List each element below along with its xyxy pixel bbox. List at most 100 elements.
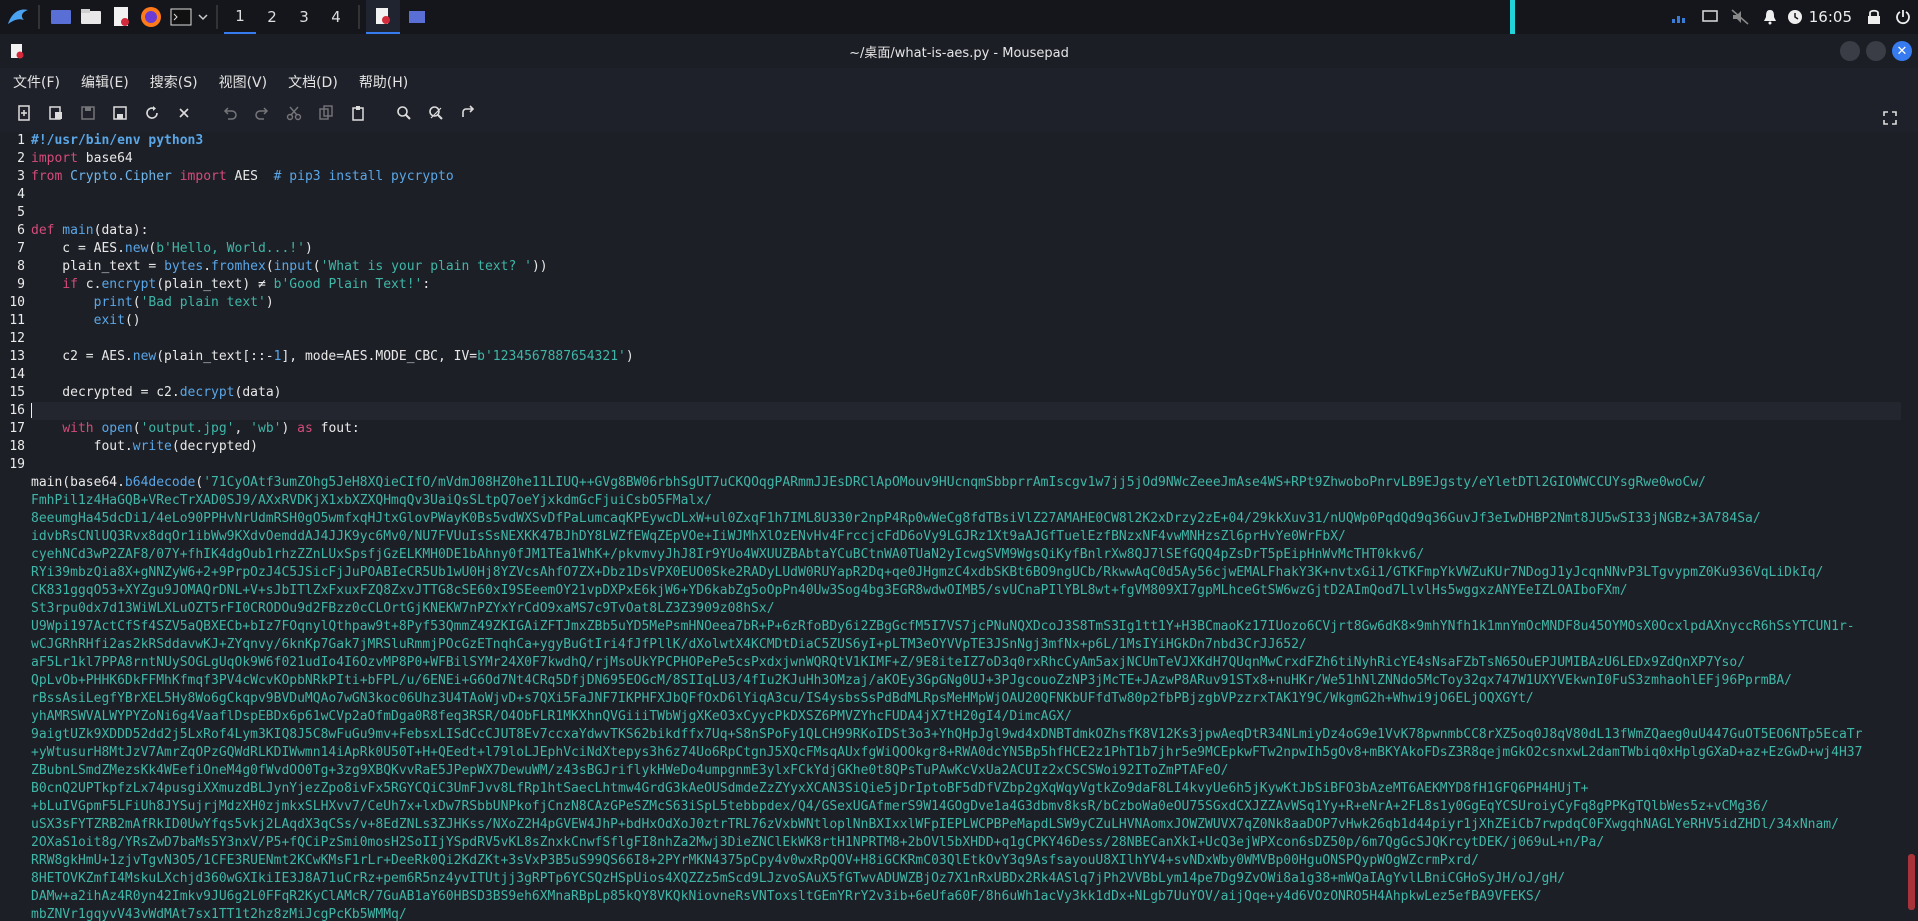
copy-icon [319, 105, 333, 120]
goto-line-button[interactable] [452, 98, 484, 128]
text-editor-icon[interactable] [108, 4, 134, 30]
paste-button[interactable] [342, 98, 374, 128]
menu-file[interactable]: 文件(F) [0, 72, 68, 92]
save-as-button[interactable] [104, 98, 136, 128]
chevron-down-icon[interactable] [196, 0, 210, 34]
code-text: (plain_text[::- [156, 349, 274, 364]
window-titlebar[interactable]: ~/桌面/what-is-aes.py - Mousepad ✕ [0, 34, 1918, 68]
show-desktop-icon[interactable] [48, 4, 74, 30]
code-line: print('Bad plain text') [31, 294, 1901, 312]
display-icon[interactable] [1695, 0, 1725, 34]
code-area[interactable]: #!/usr/bin/env python3 import base64 fro… [31, 132, 1901, 921]
code-text: ( [132, 295, 141, 310]
save-button[interactable] [72, 98, 104, 128]
find-button[interactable] [388, 98, 420, 128]
line-number-gutter: 1 2 3 4 5 6 7 8 9 10 11 12 13 14 15 16 17 18 19 [0, 132, 28, 921]
string-literal: 'wb' [250, 421, 282, 436]
redo-button[interactable] [246, 98, 278, 128]
base64-line: ZBubnLSmdZMezsKk4WEefiOneM4g0fWvdOO0Tg+3… [31, 763, 1229, 778]
code-text: decrypted = c2. [31, 385, 180, 400]
file-manager-icon[interactable] [78, 4, 104, 30]
power-icon[interactable] [1888, 0, 1918, 34]
fullscreen-button[interactable] [1874, 103, 1906, 133]
line-number: 5 [17, 205, 25, 220]
line-number [0, 816, 28, 834]
close-button[interactable]: ✕ [1892, 41, 1912, 61]
workspace-2[interactable]: 2 [256, 0, 288, 34]
workspace-3[interactable]: 3 [288, 0, 320, 34]
new-window-button[interactable] [40, 98, 72, 128]
line-number [0, 798, 28, 816]
task-desktop[interactable] [400, 0, 434, 34]
menu-help[interactable]: 帮助(H) [346, 72, 416, 92]
line-number [0, 564, 28, 582]
kali-dragon-icon[interactable] [4, 4, 32, 30]
line-number [0, 618, 28, 636]
line-number: 11 [9, 313, 25, 328]
code-text: ) [625, 349, 634, 364]
copy-button[interactable] [310, 98, 342, 128]
clock-time[interactable]: 16:05 [1809, 8, 1852, 26]
minimize-button[interactable] [1840, 41, 1860, 61]
toolbar [0, 96, 1918, 130]
line-number [0, 888, 28, 906]
cpu-graph [1510, 0, 1515, 34]
line-number: 12 [9, 331, 25, 346]
line-number: 19 [9, 457, 25, 472]
taskbar: 1 2 3 4 16:05 [0, 0, 1918, 34]
volume-muted-icon[interactable] [1725, 0, 1755, 34]
menu-view[interactable]: 视图(V) [206, 72, 276, 92]
lock-icon[interactable] [1860, 0, 1888, 34]
system-tray: 16:05 [1665, 0, 1918, 34]
base64-line: +yWtusurH8MtJzV7AmrZqOPzGQWdRLKDIWwmn14i… [31, 745, 1863, 760]
base64-line: RRW8gkHmU+1zjvTgvN3O5/1CFE3RUENmt2KCwKMs… [31, 853, 1479, 868]
task-mousepad[interactable] [366, 0, 400, 34]
base64-line: mbZNVr1gqyvV43vWdMAt7sx1TT1t2hz8zMiJcgPc… [31, 907, 407, 921]
new-document-button[interactable] [8, 98, 40, 128]
close-document-button[interactable] [168, 98, 200, 128]
code-line: if c.encrypt(plain_text) ≠ b'Good Plain … [31, 276, 1901, 294]
menu-search[interactable]: 搜索(S) [137, 72, 206, 92]
menu-bar: 文件(F) 编辑(E) 搜索(S) 视图(V) 文档(D) 帮助(H) [0, 68, 1918, 96]
line-number [0, 510, 28, 528]
workspace-4[interactable]: 4 [320, 0, 352, 34]
keyword: from [31, 169, 63, 184]
function-name: open [101, 421, 133, 436]
line-number [0, 600, 28, 618]
scissors-icon [286, 106, 302, 121]
line-number [0, 672, 28, 690]
function-name: new [124, 241, 149, 256]
undo-button[interactable] [214, 98, 246, 128]
reload-button[interactable] [136, 98, 168, 128]
code-text: ( [312, 259, 321, 274]
maximize-button[interactable] [1866, 41, 1886, 61]
line-number [0, 492, 28, 510]
terminal-icon[interactable] [168, 4, 194, 30]
vertical-scrollbar[interactable] [1904, 132, 1918, 921]
network-graph-icon [1665, 0, 1695, 34]
base64-line: rBssAsiLegfYBrXEL5Hy8Wo6gCkqpv9BVDuMQAo7… [31, 691, 1534, 706]
menu-document[interactable]: 文档(D) [275, 72, 346, 92]
text-cursor [31, 403, 32, 418]
find-replace-button[interactable] [420, 98, 452, 128]
line-number: 7 [17, 241, 25, 256]
window-title: ~/桌面/what-is-aes.py - Mousepad [849, 45, 1069, 61]
code-text: c = AES. [31, 241, 125, 256]
scrollbar-thumb[interactable] [1908, 854, 1915, 910]
workspace-1[interactable]: 1 [224, 0, 256, 34]
line-number [0, 546, 28, 564]
text-editor[interactable]: 1 2 3 4 5 6 7 8 9 10 11 12 13 14 15 16 17 18 19 #!/usr/bin… [0, 132, 1918, 921]
firefox-icon[interactable] [138, 4, 164, 30]
cut-button[interactable] [278, 98, 310, 128]
menu-edit[interactable]: 编辑(E) [68, 72, 137, 92]
base64-line: DAMw+a2ihAz4R0yn42Imkv9JU6g2L0FFqR2KyClA… [31, 889, 1542, 904]
line-number [0, 762, 28, 780]
line-number [0, 690, 28, 708]
line-number [0, 654, 28, 672]
function-name: print [93, 295, 133, 310]
notification-bell-icon[interactable] [1755, 0, 1785, 34]
close-icon: ✕ [1896, 43, 1908, 59]
function-name: fromhex [211, 259, 266, 274]
